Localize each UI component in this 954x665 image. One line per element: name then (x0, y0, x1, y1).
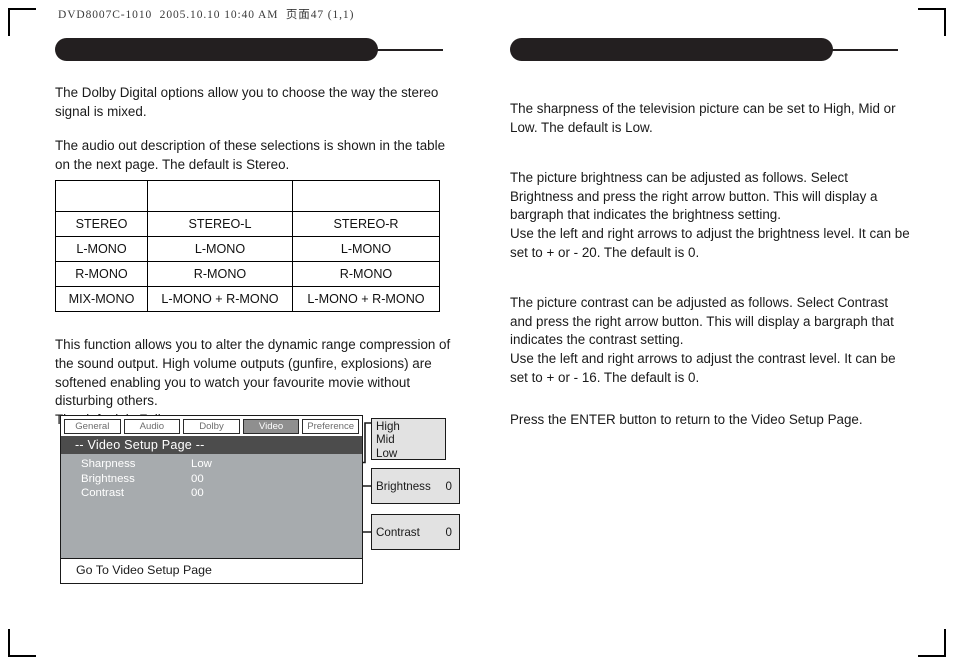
table-header-cell (292, 180, 440, 213)
osd-menu-body: Sharpness Low Brightness 00 Contrast 00 (61, 454, 362, 558)
osd-page-title: -- Video Setup Page -- (61, 436, 362, 454)
table-cell: STEREO (55, 211, 148, 238)
crop-mark-bottom-left (8, 629, 36, 657)
table-header-cell (147, 180, 293, 213)
table-cell: R-MONO (55, 261, 148, 288)
table-header-row (55, 180, 440, 213)
table-cell: L-MONO + R-MONO (292, 286, 440, 313)
right-paragraph-contrast-1: The picture contrast can be adjusted as … (510, 295, 894, 348)
left-section-header-bar (55, 38, 455, 64)
video-setup-osd-figure: General Audio Dolby Video Preference -- … (60, 415, 460, 595)
table-row: MIX-MONO L-MONO + R-MONO L-MONO + R-MONO (55, 286, 440, 313)
osd-row-contrast[interactable]: Contrast 00 (61, 487, 362, 502)
right-paragraph-sharpness: The sharpness of the television picture … (510, 101, 896, 135)
osd-tab-audio[interactable]: Audio (123, 419, 181, 434)
table-cell: L-MONO (55, 236, 148, 263)
osd-label-brightness: Brightness (81, 472, 135, 485)
osd-value-sharpness: Low (191, 458, 212, 470)
table-cell: R-MONO (292, 261, 440, 288)
osd-tab-dolby[interactable]: Dolby (183, 419, 240, 434)
osd-menu-list: Sharpness Low Brightness 00 Contrast 00 (61, 454, 362, 502)
osd-tab-preference[interactable]: Preference (302, 419, 359, 434)
osd-row-brightness[interactable]: Brightness 00 (61, 473, 362, 488)
right-page-column: The sharpness of the television picture … (510, 38, 910, 430)
table-cell: MIX-MONO (55, 286, 148, 313)
crop-mark-top-left (8, 8, 36, 36)
osd-value-brightness: 00 (191, 472, 204, 485)
callout-brightness-value: 0 (445, 480, 452, 493)
running-head: DVD8007C-1010 2005.10.10 10:40 AM 页面47 (… (58, 9, 355, 21)
right-paragraph-contrast-2: Use the left and right arrows to adjust … (510, 350, 896, 385)
right-paragraph-brightness-2: Use the left and right arrows to adjust … (510, 225, 910, 260)
left-paragraph-1: The Dolby Digital options allow you to c… (55, 85, 439, 119)
sharpness-option-high[interactable]: High (376, 420, 445, 433)
right-header-rule (828, 49, 898, 51)
osd-footer-hint: Go To Video Setup Page (61, 558, 362, 580)
left-page-column: The Dolby Digital options allow you to c… (55, 38, 455, 429)
table-header-cell (55, 180, 148, 213)
left-paragraph-2: The audio out description of these selec… (55, 138, 446, 172)
table-row: R-MONO R-MONO R-MONO (55, 261, 440, 288)
osd-label-contrast: Contrast (81, 487, 125, 499)
crop-mark-bottom-right (918, 629, 946, 657)
osd-tab-general[interactable]: General (64, 419, 121, 434)
osd-tab-bar: General Audio Dolby Video Preference (61, 416, 362, 436)
callout-sharpness-options: High Mid Low (371, 418, 446, 460)
right-paragraph-enter: Press the ENTER button to return to the … (510, 412, 863, 428)
osd-panel: General Audio Dolby Video Preference -- … (60, 415, 363, 584)
table-cell: L-MONO (292, 236, 440, 263)
right-header-pill (510, 38, 833, 61)
osd-row-sharpness[interactable]: Sharpness Low (61, 458, 362, 473)
callout-contrast-value: 0 (445, 526, 452, 539)
table-cell: STEREO-R (292, 211, 440, 238)
table-cell: L-MONO + R-MONO (147, 286, 293, 313)
sharpness-option-mid[interactable]: Mid (376, 433, 445, 446)
osd-value-contrast: 00 (191, 487, 204, 499)
callout-brightness-label: Brightness (376, 480, 431, 493)
table-row: STEREO STEREO-L STEREO-R (55, 211, 440, 238)
crop-mark-top-right (918, 8, 946, 36)
callout-contrast: Contrast 0 (371, 514, 460, 550)
table-cell: R-MONO (147, 261, 293, 288)
left-header-pill (55, 38, 378, 61)
callout-contrast-label: Contrast (376, 526, 420, 539)
left-header-rule (373, 49, 443, 51)
osd-tab-video[interactable]: Video (242, 419, 300, 434)
right-section-header-bar (510, 38, 910, 64)
audio-out-table: STEREO STEREO-L STEREO-R L-MONO L-MONO L… (55, 180, 440, 313)
table-cell: L-MONO (147, 236, 293, 263)
left-paragraph-3: This function allows you to alter the dy… (55, 337, 451, 409)
callout-brightness: Brightness 0 (371, 468, 460, 504)
osd-label-sharpness: Sharpness (81, 458, 136, 470)
sharpness-option-low[interactable]: Low (376, 447, 445, 460)
right-paragraph-brightness-1: The picture brightness can be adjusted a… (510, 170, 878, 223)
table-cell: STEREO-L (147, 211, 293, 238)
table-row: L-MONO L-MONO L-MONO (55, 236, 440, 263)
